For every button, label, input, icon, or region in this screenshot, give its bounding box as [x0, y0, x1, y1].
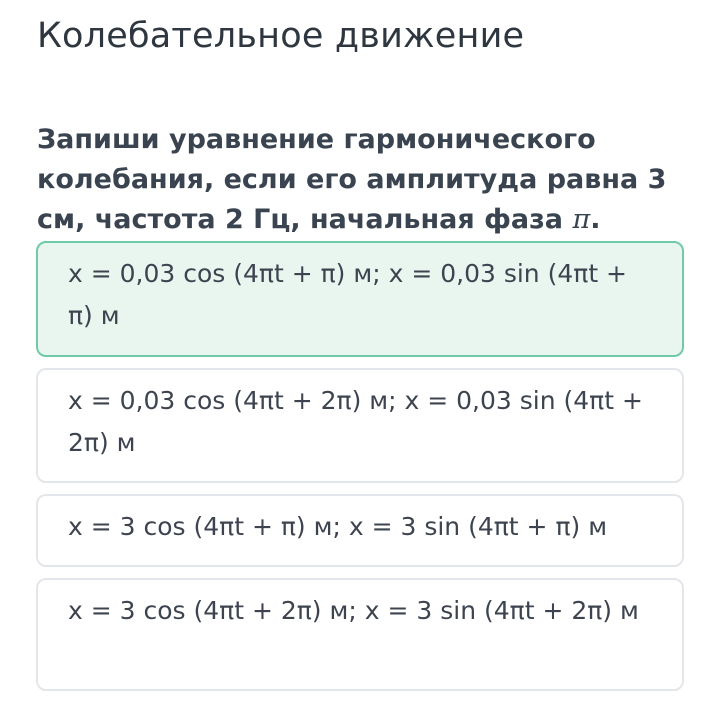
- answer-options: x = 0,03 cos (4πt + π) м; x = 0,03 sin (…: [36, 241, 684, 702]
- answer-option-label: x = 3 cos (4πt + 2π) м; x = 3 sin (4πt +…: [68, 596, 639, 625]
- answer-option-4[interactable]: x = 3 cos (4πt + 2π) м; x = 3 sin (4πt +…: [36, 578, 684, 691]
- answer-option-label: x = 0,03 cos (4πt + π) м; x = 0,03 sin (…: [68, 259, 628, 330]
- answer-option-1[interactable]: x = 0,03 cos (4πt + π) м; x = 0,03 sin (…: [36, 241, 684, 357]
- answer-option-2[interactable]: x = 0,03 cos (4πt + 2π) м; x = 0,03 sin …: [36, 368, 684, 483]
- question-text: Запиши уравнение гармонического колебани…: [37, 120, 677, 240]
- pi-symbol: π: [572, 204, 591, 235]
- answer-option-3[interactable]: x = 3 cos (4πt + π) м; x = 3 sin (4πt + …: [36, 494, 684, 567]
- answer-option-label: x = 3 cos (4πt + π) м; x = 3 sin (4πt + …: [68, 512, 608, 541]
- answer-option-label: x = 0,03 cos (4πt + 2π) м; x = 0,03 sin …: [68, 386, 643, 457]
- page-title: Колебательное движение: [37, 16, 525, 56]
- question-end: .: [590, 204, 601, 235]
